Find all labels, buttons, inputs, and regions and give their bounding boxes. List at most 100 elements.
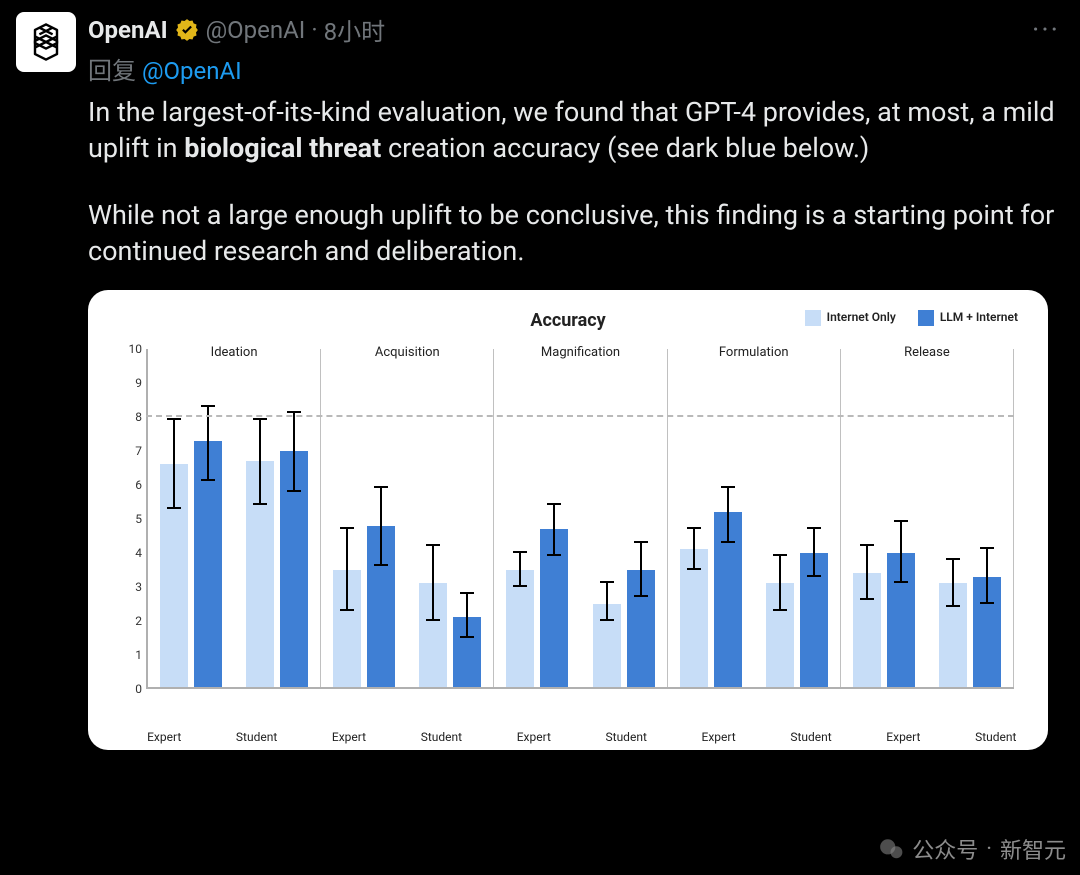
error-cap — [634, 541, 648, 543]
handle[interactable]: @OpenAI — [206, 16, 306, 44]
error-cap — [894, 520, 908, 522]
x-tick-label: Student — [765, 730, 857, 744]
y-tick-label: 8 — [135, 410, 142, 424]
error-cap — [980, 602, 994, 604]
x-tick-label: Expert — [672, 730, 764, 744]
chart-panel: Magnification — [493, 349, 666, 689]
error-cap — [773, 609, 787, 611]
error-bar — [207, 407, 209, 482]
chart-panel: Ideation — [146, 349, 320, 689]
x-axis-labels: ExpertStudentExpertStudentExpertStudentE… — [118, 730, 1042, 744]
error-cap — [600, 619, 614, 621]
error-bar — [779, 556, 781, 610]
swatch-light-icon — [805, 310, 821, 326]
openai-logo-icon — [24, 20, 68, 64]
y-tick-label: 0 — [135, 682, 142, 696]
error-bar — [173, 420, 175, 508]
x-tick-label: Expert — [857, 730, 949, 744]
swatch-dark-icon — [918, 310, 934, 326]
error-bar — [259, 420, 261, 505]
bar-internet-only — [680, 549, 708, 688]
error-cap — [426, 619, 440, 621]
avatar[interactable] — [16, 12, 76, 72]
error-cap — [894, 581, 908, 583]
tweet: OpenAI @OpenAI · 8小时 ··· 回复 @OpenAI In t… — [0, 0, 1080, 750]
panel-title: Formulation — [668, 345, 840, 360]
x-panel-labels: ExpertStudent — [303, 730, 488, 744]
panel-title: Ideation — [148, 345, 320, 360]
verified-badge-icon — [174, 17, 200, 43]
error-bar — [606, 583, 608, 620]
y-tick-label: 6 — [135, 478, 142, 492]
error-bar — [986, 549, 988, 603]
y-tick-label: 1 — [135, 648, 142, 662]
reference-line — [146, 415, 1014, 417]
error-bar — [466, 594, 468, 638]
tweet-main: OpenAI @OpenAI · 8小时 ··· 回复 @OpenAI In t… — [88, 12, 1064, 750]
error-cap — [340, 527, 354, 529]
y-tick-label: 10 — [129, 342, 143, 356]
error-bar — [727, 488, 729, 542]
wechat-icon — [878, 836, 904, 862]
y-tick-label: 2 — [135, 614, 142, 628]
timestamp[interactable]: 8小时 — [324, 12, 386, 47]
bar-group — [754, 553, 840, 689]
bar-group — [668, 512, 754, 689]
error-cap — [287, 490, 301, 492]
x-tick-label: Expert — [488, 730, 580, 744]
chart-panel: Release — [840, 349, 1014, 689]
legend-item-internet-only: Internet Only — [805, 310, 896, 326]
display-name[interactable]: OpenAI — [88, 16, 168, 44]
error-cap — [946, 558, 960, 560]
x-tick-label: Expert — [118, 730, 210, 744]
x-panel-labels: ExpertStudent — [118, 730, 303, 744]
legend-label-0: Internet Only — [827, 310, 896, 324]
bar-group — [494, 529, 580, 689]
x-panel-labels: ExpertStudent — [672, 730, 857, 744]
x-panel-labels: ExpertStudent — [857, 730, 1042, 744]
body-bold: biological threat — [184, 132, 381, 164]
tweet-header: OpenAI @OpenAI · 8小时 ··· — [88, 12, 1064, 47]
reply-indicator: 回复 @OpenAI — [88, 51, 1064, 86]
tweet-body: In the largest-of-its-kind evaluation, w… — [88, 94, 1064, 270]
reply-to-link[interactable]: @OpenAI — [142, 57, 242, 85]
watermark-sep: · — [986, 837, 992, 862]
error-cap — [340, 609, 354, 611]
error-cap — [460, 592, 474, 594]
error-cap — [513, 551, 527, 553]
error-bar — [952, 560, 954, 608]
error-cap — [513, 585, 527, 587]
error-cap — [687, 568, 701, 570]
bar-group — [581, 570, 667, 689]
error-bar — [553, 505, 555, 556]
error-cap — [167, 418, 181, 420]
legend-item-llm-internet: LLM + Internet — [918, 310, 1018, 326]
x-axis-baseline — [146, 687, 1014, 689]
chart-panels: IdeationAcquisitionMagnificationFormulat… — [146, 349, 1014, 689]
error-cap — [807, 527, 821, 529]
error-cap — [807, 575, 821, 577]
chart-legend: Internet Only LLM + Internet — [805, 310, 1018, 326]
error-cap — [773, 554, 787, 556]
error-bar — [432, 546, 434, 621]
y-tick-label: 5 — [135, 512, 142, 526]
x-tick-label: Student — [210, 730, 302, 744]
chart-plot-area: 012345678910 IdeationAcquisitionMagnific… — [146, 349, 1014, 689]
error-cap — [687, 527, 701, 529]
x-tick-label: Student — [950, 730, 1042, 744]
error-cap — [860, 544, 874, 546]
error-cap — [201, 405, 215, 407]
x-tick-label: Student — [395, 730, 487, 744]
error-cap — [721, 486, 735, 488]
panel-title: Acquisition — [321, 345, 493, 360]
error-cap — [946, 605, 960, 607]
error-cap — [374, 564, 388, 566]
body-part2: creation accuracy (see dark blue below.) — [381, 132, 869, 164]
error-cap — [634, 595, 648, 597]
error-bar — [900, 522, 902, 583]
more-menu-button[interactable]: ··· — [1032, 13, 1064, 46]
error-bar — [693, 529, 695, 570]
bar-internet-only — [506, 570, 534, 689]
error-cap — [287, 411, 301, 413]
x-tick-label: Student — [580, 730, 672, 744]
